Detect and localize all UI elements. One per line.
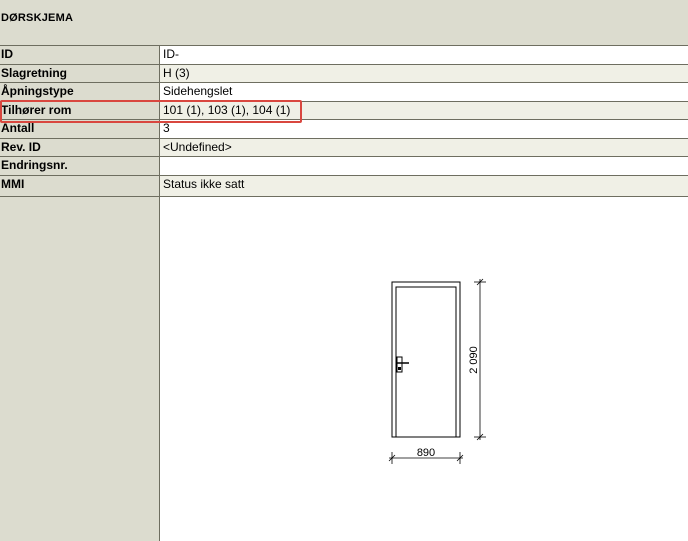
height-dimension: 2 090 xyxy=(468,278,486,441)
property-label: Tilhører rom xyxy=(1,102,72,117)
width-dimension: 890 xyxy=(388,447,464,464)
property-row-antall: Antall 3 xyxy=(0,120,688,139)
page-title: DØRSKJEMA xyxy=(1,12,74,24)
property-label: Antall xyxy=(1,121,35,135)
door-elevation-drawing: 2 090 890 xyxy=(388,278,486,464)
property-value[interactable]: Status ikke satt xyxy=(160,175,688,196)
property-value[interactable]: ID- xyxy=(160,46,688,64)
property-value[interactable]: 101 (1), 103 (1), 104 (1) xyxy=(160,101,688,119)
property-label: MMI xyxy=(1,176,25,191)
property-label: Endringsnr. xyxy=(1,158,68,172)
property-row-slagretning: Slagretning H (3) xyxy=(0,64,688,83)
property-row-endringsnr: Endringsnr. xyxy=(0,157,688,176)
property-value[interactable]: Sidehengslet xyxy=(160,83,688,101)
property-row-tilhorer-rom: Tilhører rom 101 (1), 103 (1), 104 (1) xyxy=(0,101,688,120)
property-value[interactable] xyxy=(160,157,688,175)
property-label: Rev. ID xyxy=(1,139,41,154)
property-value[interactable]: H (3) xyxy=(160,64,688,82)
property-row-apningstype: Åpningstype Sidehengslet xyxy=(0,83,688,102)
property-table: ID ID- Slagretning H (3) Åpningstype Sid… xyxy=(0,46,688,197)
width-dimension-label: 890 xyxy=(417,447,435,459)
door-leaf xyxy=(395,286,457,438)
property-row-id: ID ID- xyxy=(0,46,688,65)
door-handle-icon xyxy=(396,356,409,373)
property-label: Åpningstype xyxy=(1,84,74,98)
property-row-mmi: MMI Status ikke satt xyxy=(0,175,688,197)
property-label: ID xyxy=(1,47,13,61)
title-bar: DØRSKJEMA xyxy=(0,0,688,46)
property-value[interactable]: 3 xyxy=(160,120,688,138)
height-dimension-label: 2 090 xyxy=(468,346,480,374)
property-label: Slagretning xyxy=(1,65,68,80)
property-value[interactable]: <Undefined> xyxy=(160,138,688,156)
door-schedule-page: DØRSKJEMA ID ID- Slagretning H (3) Åpnin… xyxy=(0,0,688,541)
property-row-rev-id: Rev. ID <Undefined> xyxy=(0,138,688,157)
